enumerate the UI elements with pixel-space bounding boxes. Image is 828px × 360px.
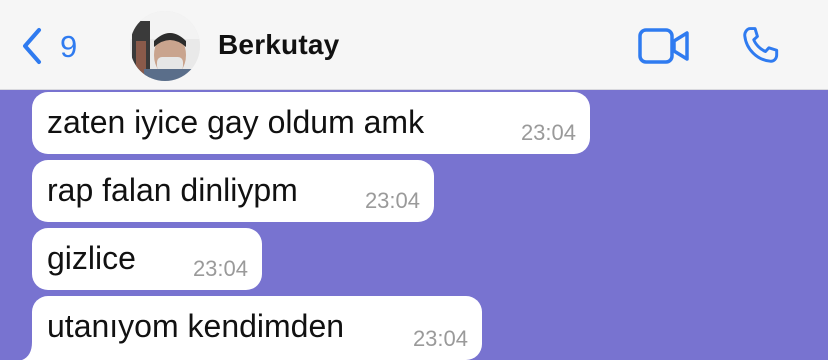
message-bubble[interactable]: gizlice 23:04	[32, 228, 262, 290]
message-text: gizlice	[47, 240, 136, 276]
message-text: zaten iyice gay oldum amk	[47, 104, 425, 140]
chat-header: 9 Berkutay	[0, 0, 828, 90]
message-time: 23:04	[192, 256, 248, 281]
message-text: rap falan dinliypm	[47, 172, 298, 208]
message-bubble[interactable]: zaten iyice gay oldum amk 23:04	[32, 92, 590, 154]
message-time: 23:04	[364, 188, 420, 213]
video-call-button[interactable]	[638, 28, 690, 69]
message-time: 23:04	[412, 326, 468, 351]
chevron-left-icon	[23, 28, 41, 64]
video-camera-icon	[638, 28, 689, 64]
message-bubble[interactable]: utanıyom kendimden 23:04	[22, 296, 482, 360]
unread-count: 9	[60, 28, 78, 64]
contact-name[interactable]: Berkutay	[218, 29, 339, 61]
message-time: 23:04	[520, 120, 576, 145]
voice-call-button[interactable]	[738, 24, 782, 73]
bubble-tail	[22, 342, 40, 360]
message-text: utanıyom kendimden	[47, 308, 345, 344]
back-button[interactable]: 9	[20, 22, 77, 70]
profile-photo	[130, 11, 200, 81]
message-list[interactable]: zaten iyice gay oldum amk 23:04 rap fala…	[0, 90, 828, 360]
message-bubble[interactable]: rap falan dinliypm 23:04	[32, 160, 434, 222]
phone-icon	[743, 27, 779, 63]
avatar[interactable]	[130, 11, 200, 81]
